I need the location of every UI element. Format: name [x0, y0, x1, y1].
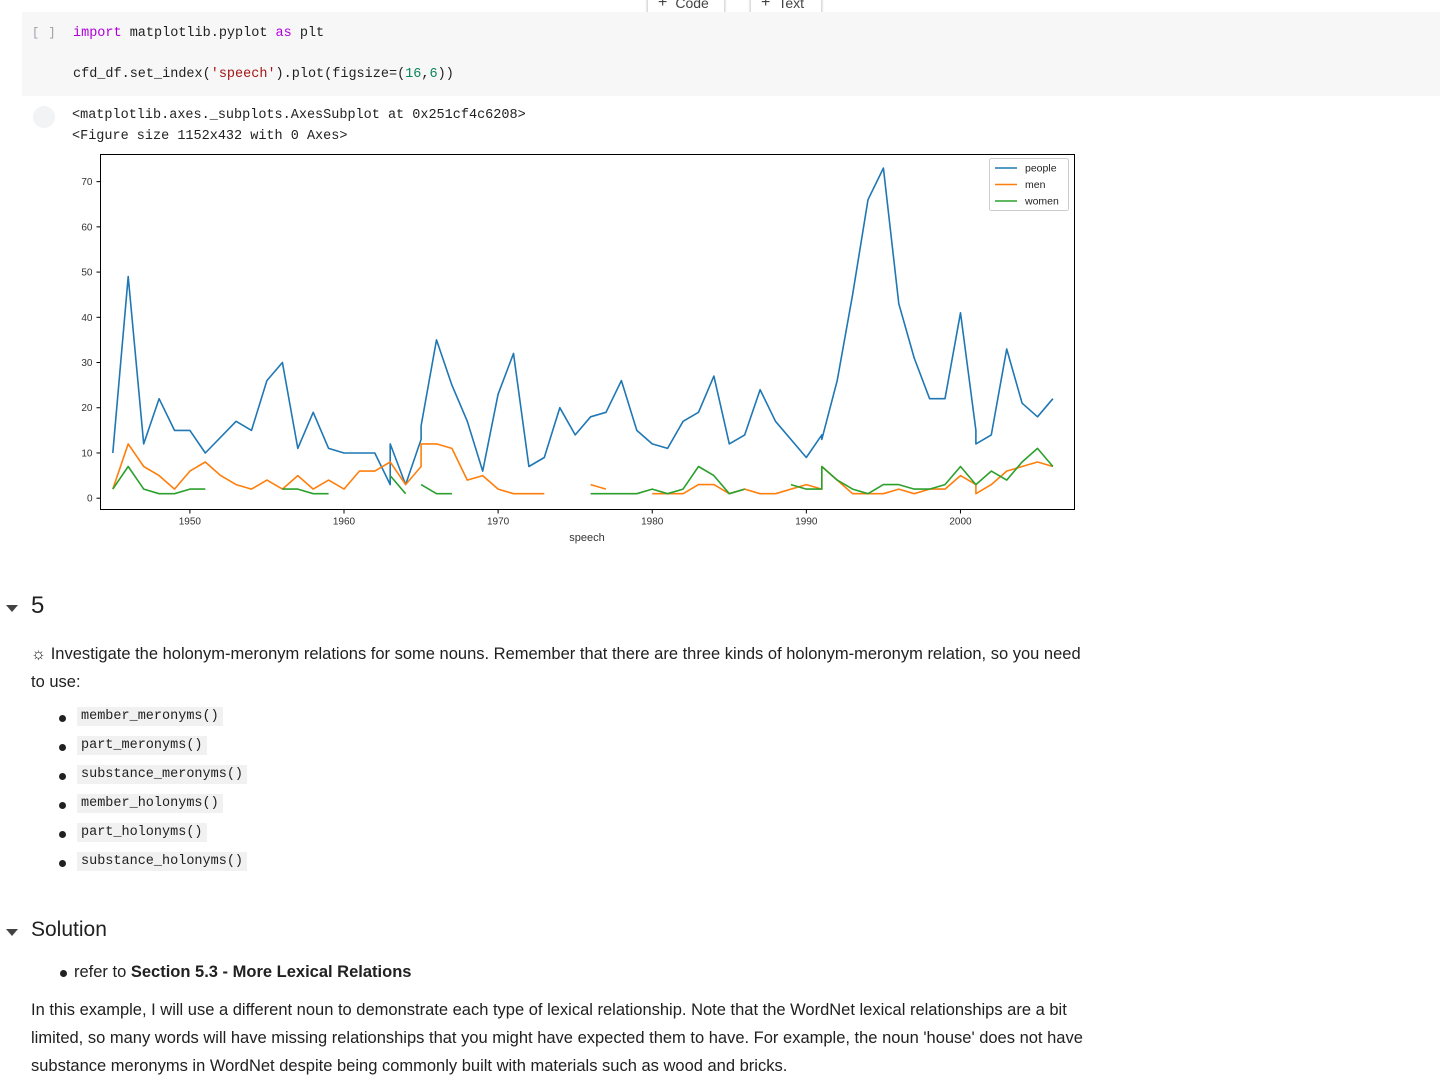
- plot-frame: [100, 154, 1075, 510]
- list-item: member_meronyms(): [58, 706, 247, 735]
- x-tick-label: 1950: [179, 517, 202, 528]
- list-item: member_holonyms(): [58, 793, 247, 822]
- paragraph-line: substance meronyms in WordNet despite be…: [31, 1057, 788, 1075]
- x-axis-label: speech: [569, 532, 604, 544]
- code-line-plot[interactable]: cfd_df.set_index('speech').plot(figsize=…: [73, 67, 454, 82]
- plus-icon: +: [761, 0, 771, 11]
- x-tick-label: 1980: [641, 517, 664, 528]
- list-item: substance_holonyms(): [58, 851, 248, 880]
- ref-prefix: refer to: [74, 963, 131, 981]
- sun-icon: ☼: [31, 645, 47, 663]
- y-tick-label: 20: [81, 403, 93, 414]
- code-text: matplotlib.pyplot: [121, 26, 276, 41]
- y-tick-label: 60: [81, 222, 93, 233]
- intro-text-continued: to use:: [31, 673, 81, 691]
- number-literal: 6: [429, 67, 438, 82]
- method-code: part_meronyms(): [77, 736, 207, 755]
- solution-paragraph: In this example, I will use a different …: [31, 996, 1083, 1080]
- method-code: member_holonyms(): [77, 794, 223, 813]
- code-text: ).plot(figsize=(: [275, 67, 406, 82]
- plus-icon: +: [658, 0, 668, 11]
- method-code: substance_holonyms(): [77, 852, 248, 871]
- keyword: as: [275, 26, 292, 41]
- y-tick-label: 70: [81, 177, 93, 188]
- code-text: plt: [291, 26, 325, 41]
- y-tick-label: 10: [81, 448, 93, 459]
- legend-label-women: women: [1024, 196, 1059, 208]
- code-text: )): [437, 67, 454, 82]
- output-options-icon[interactable]: [33, 106, 55, 128]
- list-item: substance_meronyms(): [58, 764, 248, 793]
- code-text: cfd_df.set_index(: [73, 67, 211, 82]
- list-item: part_holonyms(): [58, 822, 247, 851]
- run-cell-button[interactable]: [ ]: [32, 26, 57, 40]
- x-tick-label: 2000: [949, 517, 972, 528]
- output-text-figure: <Figure size 1152x432 with 0 Axes>: [72, 129, 348, 144]
- number-literal: 16: [405, 67, 422, 82]
- intro-text: Investigate the holonym-meronym relation…: [46, 645, 1081, 663]
- list-item: refer to Section 5.3 - More Lexical Rela…: [60, 963, 411, 982]
- methods-list: member_meronyms() part_meronyms() substa…: [58, 706, 248, 880]
- collapse-section-5-toggle[interactable]: [6, 605, 18, 612]
- y-axis: 0 10 20 30 40 50 60 70: [81, 177, 101, 505]
- x-axis: 1950 1960 1970 1980 1990 2000: [179, 509, 972, 528]
- method-code: substance_meronyms(): [77, 765, 248, 784]
- solution-heading: Solution: [31, 918, 107, 941]
- line-chart: 0 10 20 30 40 50 60 70 1950 1960 1970 1980 1990 2000…: [81, 154, 1075, 544]
- legend-label-people: people: [1025, 163, 1057, 175]
- method-code: part_holonyms(): [77, 823, 207, 842]
- x-tick-label: 1970: [487, 517, 510, 528]
- collapse-solution-toggle[interactable]: [6, 929, 18, 936]
- string-literal: 'speech': [210, 67, 276, 82]
- code-cell[interactable]: [22, 12, 1440, 96]
- y-tick-label: 40: [81, 313, 93, 324]
- x-tick-label: 1990: [795, 517, 818, 528]
- paragraph-line: limited, so many words will have missing…: [31, 1029, 1083, 1047]
- add-code-label: Code: [675, 0, 709, 11]
- code-line-import[interactable]: import matplotlib.pyplot as plt: [73, 26, 324, 41]
- add-text-label: Text: [778, 0, 805, 11]
- output-text-axes: <matplotlib.axes._subplots.AxesSubplot a…: [72, 108, 526, 123]
- section-5-intro: ☼ Investigate the holonym-meronym relati…: [31, 640, 1081, 696]
- y-tick-label: 30: [81, 358, 93, 369]
- method-code: member_meronyms(): [77, 707, 223, 726]
- y-tick-label: 0: [87, 494, 93, 505]
- y-tick-label: 50: [81, 268, 93, 279]
- legend-label-men: men: [1025, 179, 1046, 191]
- ref-section-bold: Section 5.3 - More Lexical Relations: [130, 963, 412, 981]
- section-5-heading: 5: [31, 592, 45, 619]
- paragraph-line: In this example, I will use a different …: [31, 1001, 1067, 1019]
- legend: people men women: [989, 158, 1069, 211]
- x-tick-label: 1960: [333, 517, 356, 528]
- keyword: import: [73, 26, 122, 41]
- list-item: part_meronyms(): [58, 735, 247, 764]
